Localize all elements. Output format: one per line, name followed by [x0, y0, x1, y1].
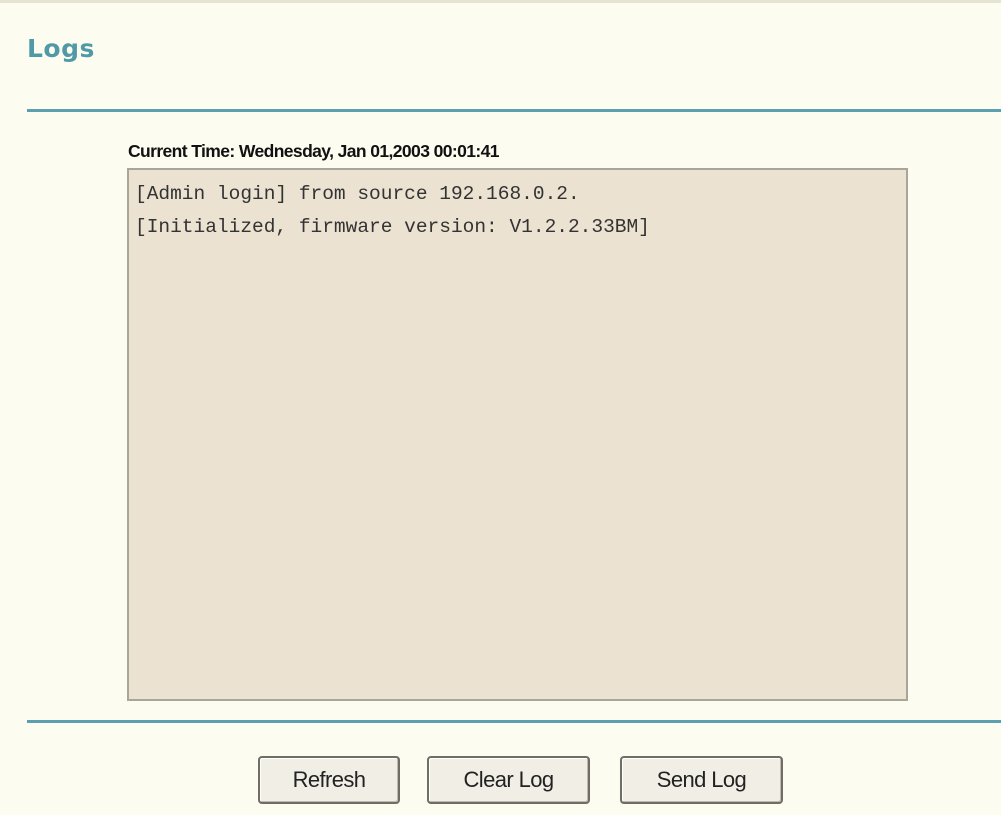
top-edge-divider: [0, 0, 1001, 3]
current-time-label: Current Time:: [128, 141, 235, 161]
buttons-divider: [27, 720, 1001, 723]
title-divider: [27, 109, 1001, 112]
send-log-button[interactable]: Send Log: [620, 756, 783, 804]
page-title: Logs: [27, 34, 95, 63]
refresh-button[interactable]: Refresh: [258, 756, 400, 804]
current-time-value: Wednesday, Jan 01,2003 00:01:41: [238, 141, 500, 161]
current-time: Current Time: Wednesday, Jan 01,2003 00:…: [128, 141, 499, 162]
clear-log-button[interactable]: Clear Log: [427, 756, 590, 804]
log-textarea[interactable]: [Admin login] from source 192.168.0.2. […: [127, 168, 908, 701]
log-actions: Refresh Clear Log Send Log: [0, 756, 1001, 806]
